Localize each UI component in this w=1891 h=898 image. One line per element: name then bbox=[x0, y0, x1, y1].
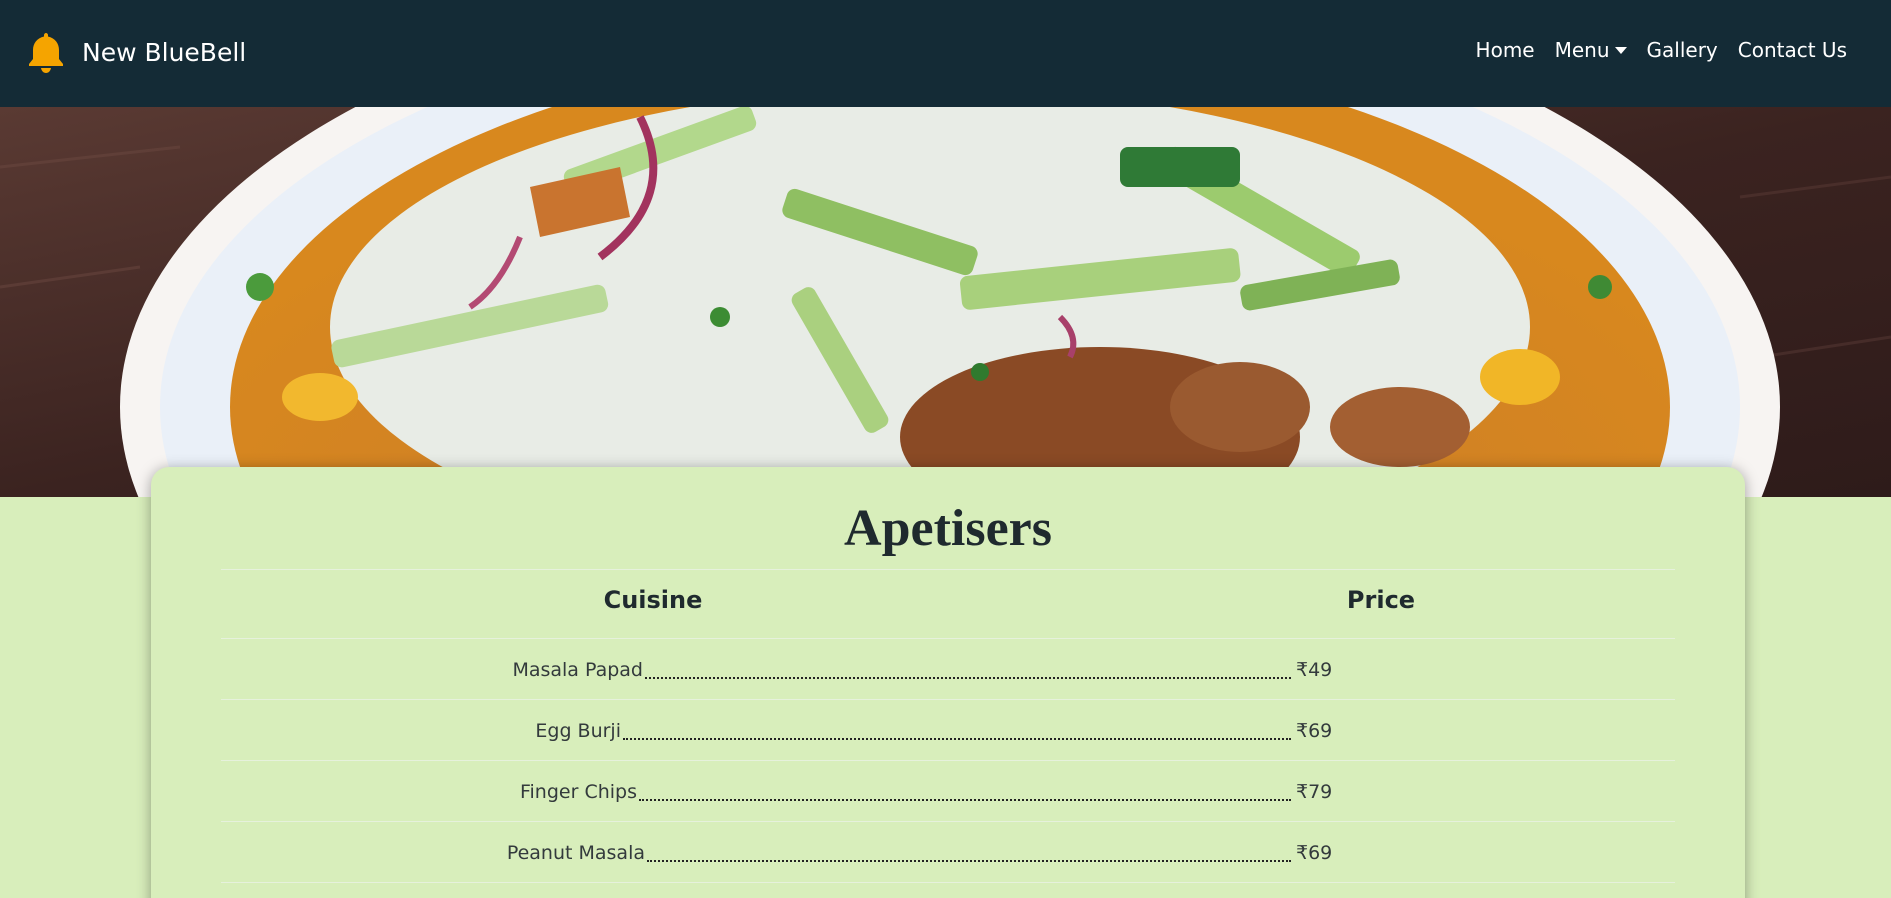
nav-link-menu-label: Menu bbox=[1554, 38, 1610, 62]
dotted-leader bbox=[639, 799, 1291, 801]
navbar: New BlueBell Home Menu Gallery Contact U… bbox=[0, 0, 1891, 107]
table-row: Finger Chips ₹79 bbox=[221, 760, 1675, 821]
nav-link-gallery[interactable]: Gallery bbox=[1647, 38, 1718, 62]
dotted-leader bbox=[647, 860, 1291, 862]
cuisine-column-header: Cuisine bbox=[603, 586, 703, 614]
nav-link-menu-dropdown[interactable]: Menu bbox=[1555, 38, 1627, 62]
price-column-header: Price bbox=[1346, 586, 1416, 614]
item-price: ₹69 bbox=[1296, 842, 1333, 864]
table-bottom-border bbox=[221, 882, 1675, 883]
hero-banner bbox=[0, 107, 1891, 497]
table-header-row: Cuisine Price bbox=[221, 569, 1675, 638]
menu-table: Cuisine Price Masala Papad ₹49 Egg Burji… bbox=[221, 569, 1675, 883]
food-plate-image bbox=[0, 107, 1891, 497]
menu-card: Apetisers Cuisine Price Masala Papad ₹49… bbox=[151, 467, 1745, 898]
nav-link-gallery-label: Gallery bbox=[1646, 38, 1718, 62]
bell-icon bbox=[29, 33, 63, 73]
item-price: ₹69 bbox=[1296, 720, 1333, 742]
table-row: Egg Burji ₹69 bbox=[221, 699, 1675, 760]
brand-name: New BlueBell bbox=[82, 37, 247, 67]
nav-link-home-label: Home bbox=[1475, 38, 1535, 62]
nav-link-contact[interactable]: Contact Us bbox=[1738, 38, 1847, 62]
dotted-leader bbox=[645, 677, 1291, 679]
item-name: Finger Chips bbox=[519, 781, 637, 803]
table-row: Masala Papad ₹49 bbox=[221, 638, 1675, 699]
brand-link[interactable]: New BlueBell bbox=[26, 30, 246, 74]
section-title: Apetisers bbox=[844, 500, 1052, 557]
nav-link-home[interactable]: Home bbox=[1476, 38, 1535, 62]
nav-link-contact-label: Contact Us bbox=[1737, 38, 1847, 62]
item-name: Peanut Masala bbox=[506, 842, 645, 864]
item-price: ₹49 bbox=[1296, 659, 1333, 681]
caret-down-icon bbox=[1614, 46, 1627, 54]
item-price: ₹79 bbox=[1296, 781, 1333, 803]
item-name: Egg Burji bbox=[535, 720, 621, 742]
table-row: Peanut Masala ₹69 bbox=[221, 821, 1675, 882]
item-name: Masala Papad bbox=[512, 659, 643, 681]
dotted-leader bbox=[623, 738, 1291, 740]
nav-links: Home Menu Gallery Contact Us bbox=[1476, 38, 1847, 62]
